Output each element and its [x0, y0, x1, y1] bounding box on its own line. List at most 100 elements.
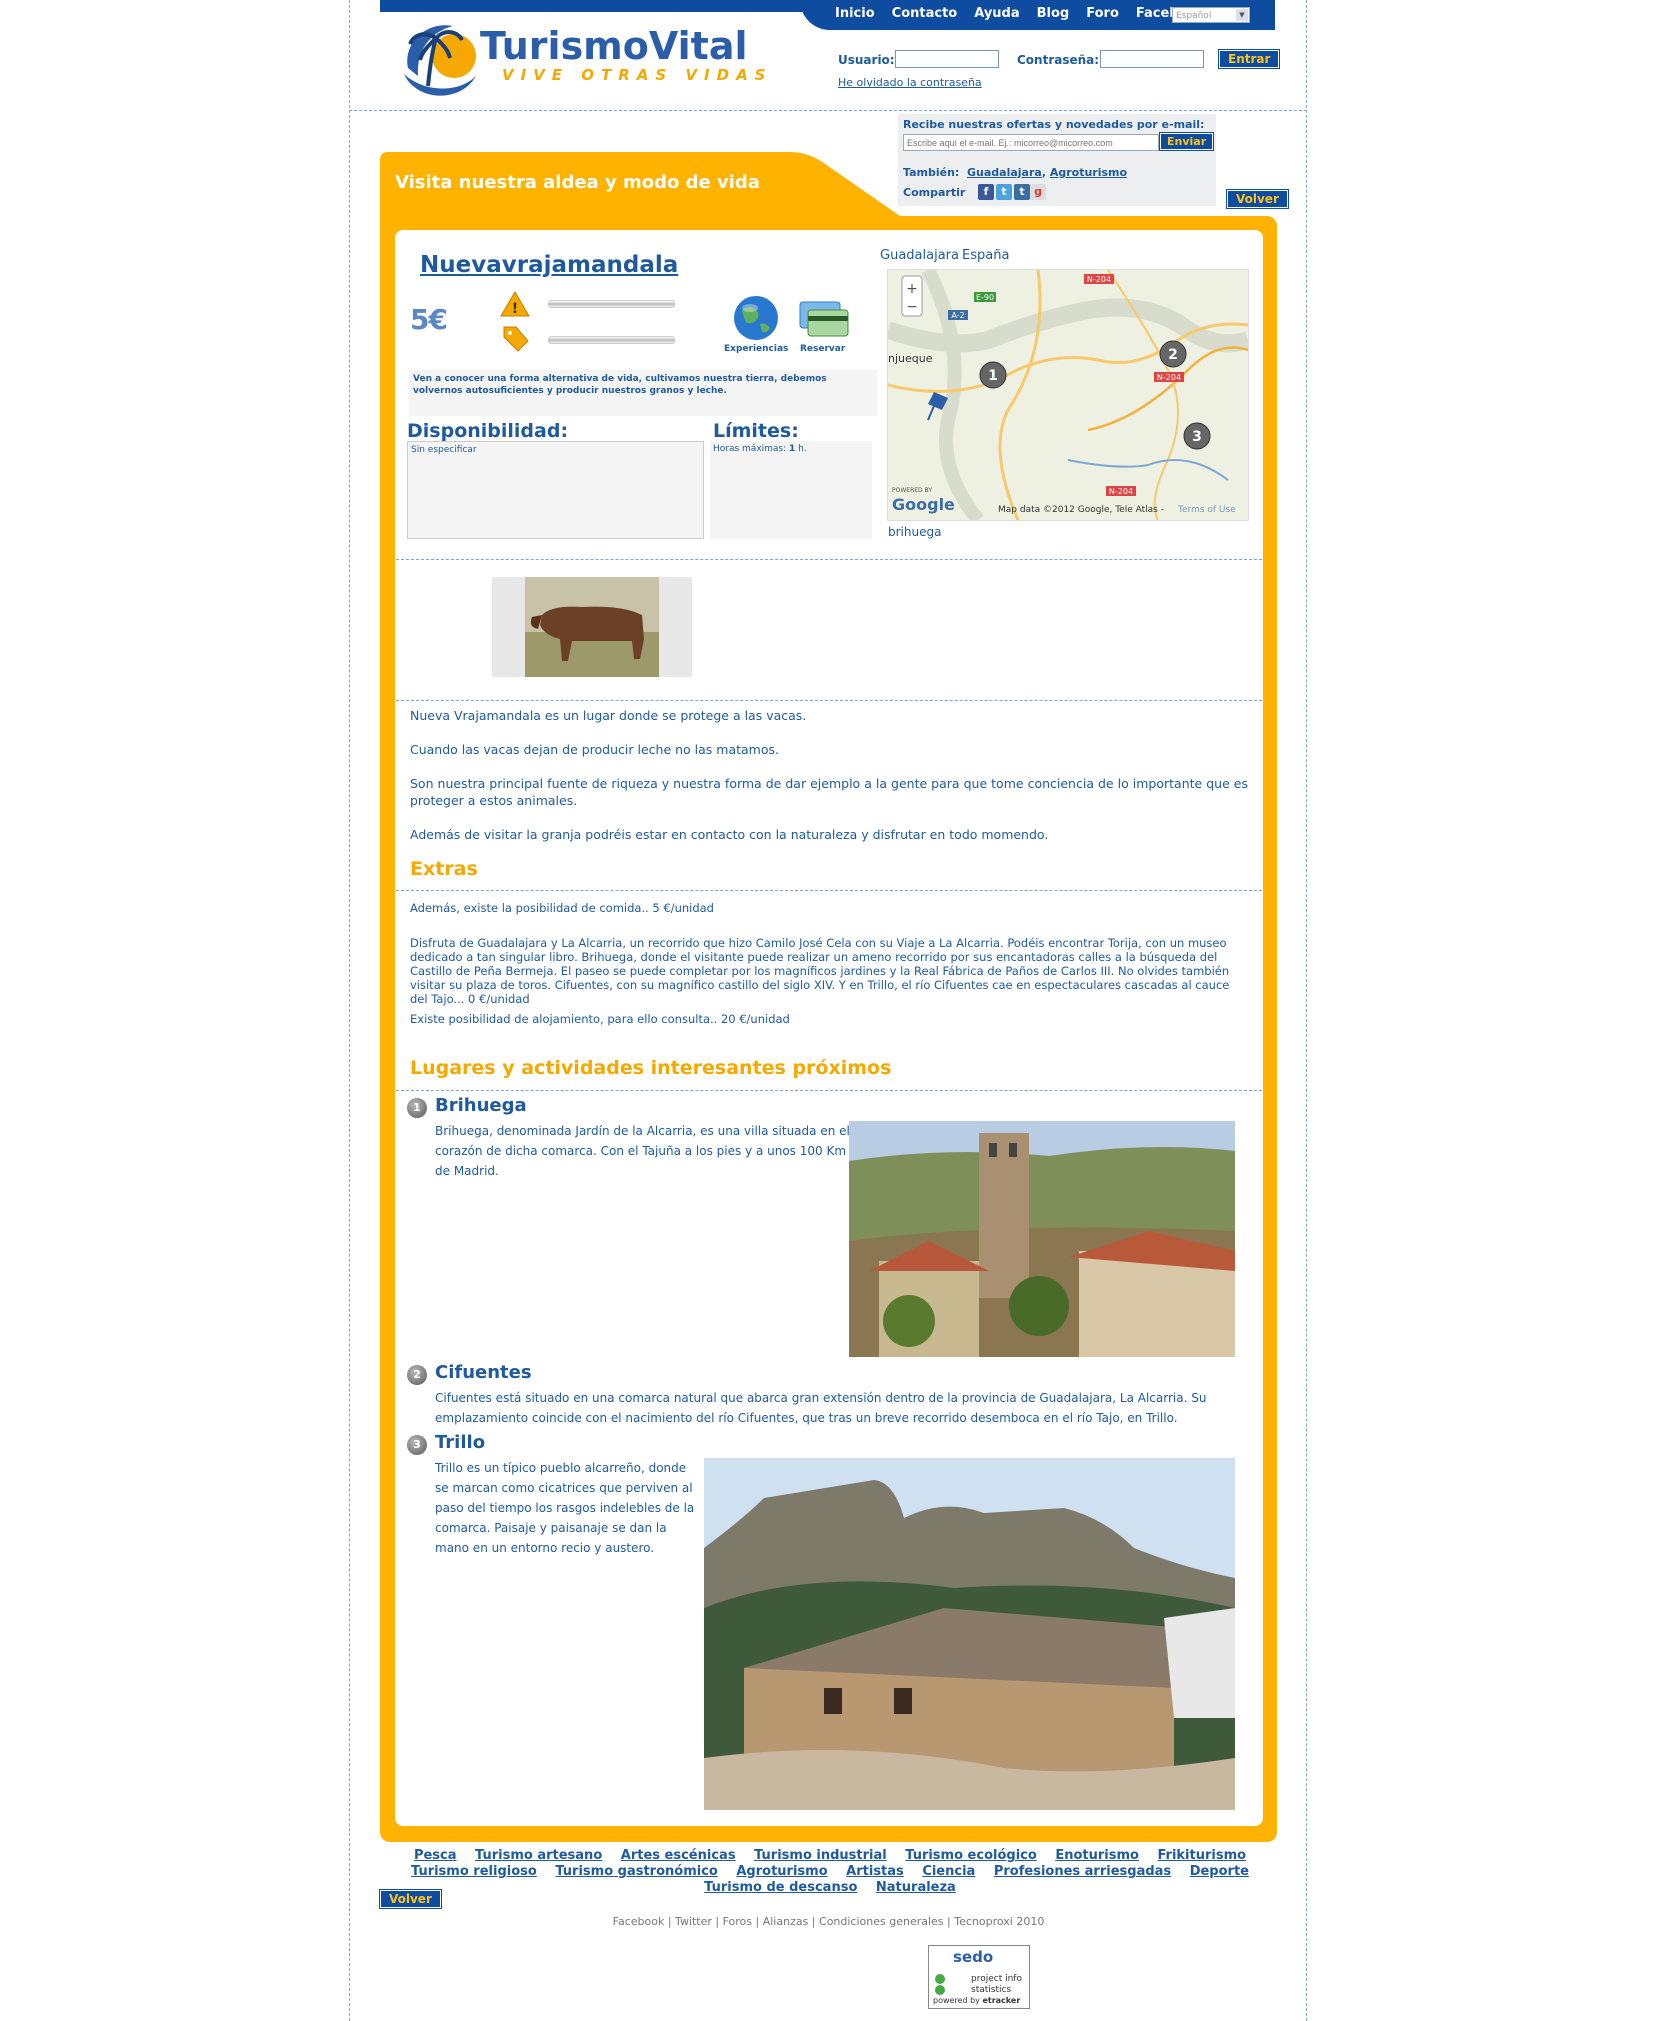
- login-button[interactable]: Entrar: [1217, 49, 1281, 69]
- sedo-title: sedo: [953, 1948, 994, 1966]
- footer-link-artes-escenicas[interactable]: Artes escénicas: [621, 1848, 736, 1863]
- footer-link-frikiturismo[interactable]: Frikiturismo: [1157, 1848, 1246, 1863]
- footer-link-profesiones-arriesgadas[interactable]: Profesiones arriesgadas: [994, 1864, 1171, 1879]
- nav-contacto[interactable]: Contacto: [892, 6, 958, 21]
- newsletter-submit-button[interactable]: Enviar: [1158, 132, 1215, 151]
- warning-icon: !: [500, 291, 530, 317]
- forgot-password-link[interactable]: He olvidado la contraseña: [838, 76, 982, 89]
- google-icon[interactable]: g: [1030, 184, 1046, 200]
- language-value: Español: [1176, 11, 1212, 21]
- limits-value: 1: [789, 444, 796, 454]
- also-link-agroturismo[interactable]: Agroturismo: [1050, 166, 1127, 179]
- nav-inicio[interactable]: Inicio: [835, 6, 875, 21]
- extras-title: Extras: [410, 858, 478, 880]
- user-label: Usuario:: [838, 53, 895, 67]
- map-road-4: N-204: [1157, 373, 1181, 382]
- nav-blog[interactable]: Blog: [1037, 6, 1070, 21]
- availability-box[interactable]: Sin especificar: [407, 441, 704, 539]
- svg-text:+: +: [906, 281, 918, 297]
- logo-name-part2: Vital: [648, 24, 748, 68]
- location-country: España: [962, 248, 1010, 263]
- experiences-label[interactable]: Experiencias: [724, 344, 788, 354]
- sedo-badge[interactable]: sedo project info statistics powered by …: [928, 1945, 1030, 2009]
- limits-unit: h.: [798, 444, 807, 454]
- chevron-down-icon: ▼: [1236, 9, 1248, 21]
- place-text-trillo: Trillo es un típico pueblo alcarreño, do…: [435, 1461, 695, 1555]
- nav-foro[interactable]: Foro: [1086, 6, 1119, 21]
- password-label: Contraseña:: [1017, 53, 1100, 67]
- body-paragraph-1: Nueva Vrajamandala es un lugar donde se …: [410, 708, 807, 723]
- twitter-icon[interactable]: t: [996, 184, 1012, 200]
- footer-link-artistas[interactable]: Artistas: [846, 1864, 904, 1879]
- extra-item-2: Disfruta de Guadalajara y La Alcarria, u…: [410, 936, 1230, 1006]
- footer-link-turismo-gastronomico[interactable]: Turismo gastronómico: [555, 1864, 718, 1879]
- map[interactable]: + − N-204 E-90 A-2 N-204 N-204 njueque 1…: [887, 269, 1249, 521]
- plus-icon: [935, 1985, 945, 1995]
- tag-bar: [548, 336, 675, 344]
- footer-link-agroturismo[interactable]: Agroturismo: [736, 1864, 827, 1879]
- body-paragraph-3: Son nuestra principal fuente de riqueza …: [410, 776, 1248, 808]
- sedo-powered: powered by: [933, 1996, 980, 2005]
- plus-icon: [935, 1974, 945, 1984]
- place-title-cifuentes: Cifuentes: [435, 1362, 532, 1383]
- language-select[interactable]: Español ▼: [1172, 7, 1250, 23]
- footer-link-naturaleza[interactable]: Naturaleza: [876, 1880, 956, 1895]
- logo-name: TurismoVital: [480, 24, 748, 68]
- back-button-top[interactable]: Volver: [1226, 189, 1289, 209]
- map-town: njueque: [888, 352, 933, 365]
- back-button-bottom[interactable]: Volver: [379, 1889, 442, 1909]
- footer-link-turismo-religioso[interactable]: Turismo religioso: [411, 1864, 537, 1879]
- logo[interactable]: TurismoVital VIVE OTRAS VIDAS: [398, 16, 766, 102]
- facebook-icon[interactable]: f: [978, 184, 994, 200]
- warning-bar: [548, 300, 675, 308]
- map-road-1: N-204: [1087, 275, 1111, 284]
- header-separator: [349, 110, 1307, 111]
- nav-links: Inicio Contacto Ayuda Blog Foro Facebook: [835, 6, 1205, 21]
- footer-copyright: Facebook | Twitter | Foros | Alianzas | …: [612, 1915, 1045, 1928]
- footer-link-deporte[interactable]: Deporte: [1190, 1864, 1249, 1879]
- also-link-guadalajara[interactable]: Guadalajara: [967, 166, 1042, 179]
- sedo-line-1: project info: [971, 1974, 1022, 1984]
- globe-icon[interactable]: [732, 294, 780, 342]
- footer-link-turismo-de-descanso[interactable]: Turismo de descanso: [704, 1880, 857, 1895]
- footer-link-pesca[interactable]: Pesca: [414, 1848, 457, 1863]
- footer-link-turismo-artesano[interactable]: Turismo artesano: [475, 1848, 602, 1863]
- credit-cards-icon[interactable]: [798, 298, 850, 338]
- place-title-trillo: Trillo: [435, 1432, 486, 1453]
- user-input[interactable]: [895, 50, 999, 68]
- map-canvas: + − N-204 E-90 A-2 N-204 N-204 njueque 1…: [888, 270, 1248, 520]
- palm-sun-icon: [404, 25, 476, 96]
- nav-ayuda[interactable]: Ayuda: [974, 6, 1019, 21]
- newsletter-email-input[interactable]: [903, 134, 1159, 151]
- extra-item-1: Además, existe la posibilidad de comida.…: [410, 901, 714, 915]
- place-marker-1: 1: [407, 1098, 427, 1118]
- svg-text:−: −: [906, 299, 918, 315]
- trillo-photo[interactable]: [704, 1458, 1235, 1810]
- listing-title[interactable]: Nuevavrajamandala: [420, 252, 678, 278]
- brihuega-photo[interactable]: [849, 1121, 1235, 1357]
- newsletter-title: Recibe nuestras ofertas y novedades por …: [903, 118, 1205, 131]
- divider: [396, 1090, 1262, 1091]
- map-credit: Map data ©2012 Google, Tele Atlas -: [998, 505, 1164, 515]
- footer-link-turismo-ecologico[interactable]: Turismo ecológico: [905, 1848, 1037, 1863]
- limits-box: Horas máximas: 1 h.: [710, 441, 872, 539]
- tuenti-icon[interactable]: t: [1014, 184, 1030, 200]
- photo-thumbnail-box: [492, 577, 692, 677]
- password-input[interactable]: [1100, 50, 1204, 68]
- book-label[interactable]: Reservar: [800, 344, 845, 354]
- footer-link-turismo-industrial[interactable]: Turismo industrial: [754, 1848, 887, 1863]
- map-marker-3: 3: [1183, 422, 1211, 450]
- footer-link-enoturismo[interactable]: Enoturismo: [1055, 1848, 1139, 1863]
- listing-price: 5€: [410, 303, 448, 336]
- newsletter-box: Recibe nuestras ofertas y novedades por …: [898, 114, 1216, 206]
- map-marker-1: 1: [979, 361, 1007, 389]
- also-label: También:: [903, 166, 960, 179]
- map-powered-by: POWERED BY: [892, 487, 932, 494]
- body-paragraph-4: Además de visitar la granja podréis esta…: [410, 827, 1049, 842]
- place-text-brihuega: Brihuega, denominada Jardín de la Alcarr…: [435, 1124, 850, 1178]
- cow-photo[interactable]: [492, 577, 692, 677]
- footer-link-ciencia[interactable]: Ciencia: [922, 1864, 975, 1879]
- availability-value: Sin especificar: [411, 445, 477, 455]
- footer-categories: Pesca Turismo artesano Artes escénicas T…: [395, 1848, 1265, 1896]
- divider: [396, 700, 1262, 701]
